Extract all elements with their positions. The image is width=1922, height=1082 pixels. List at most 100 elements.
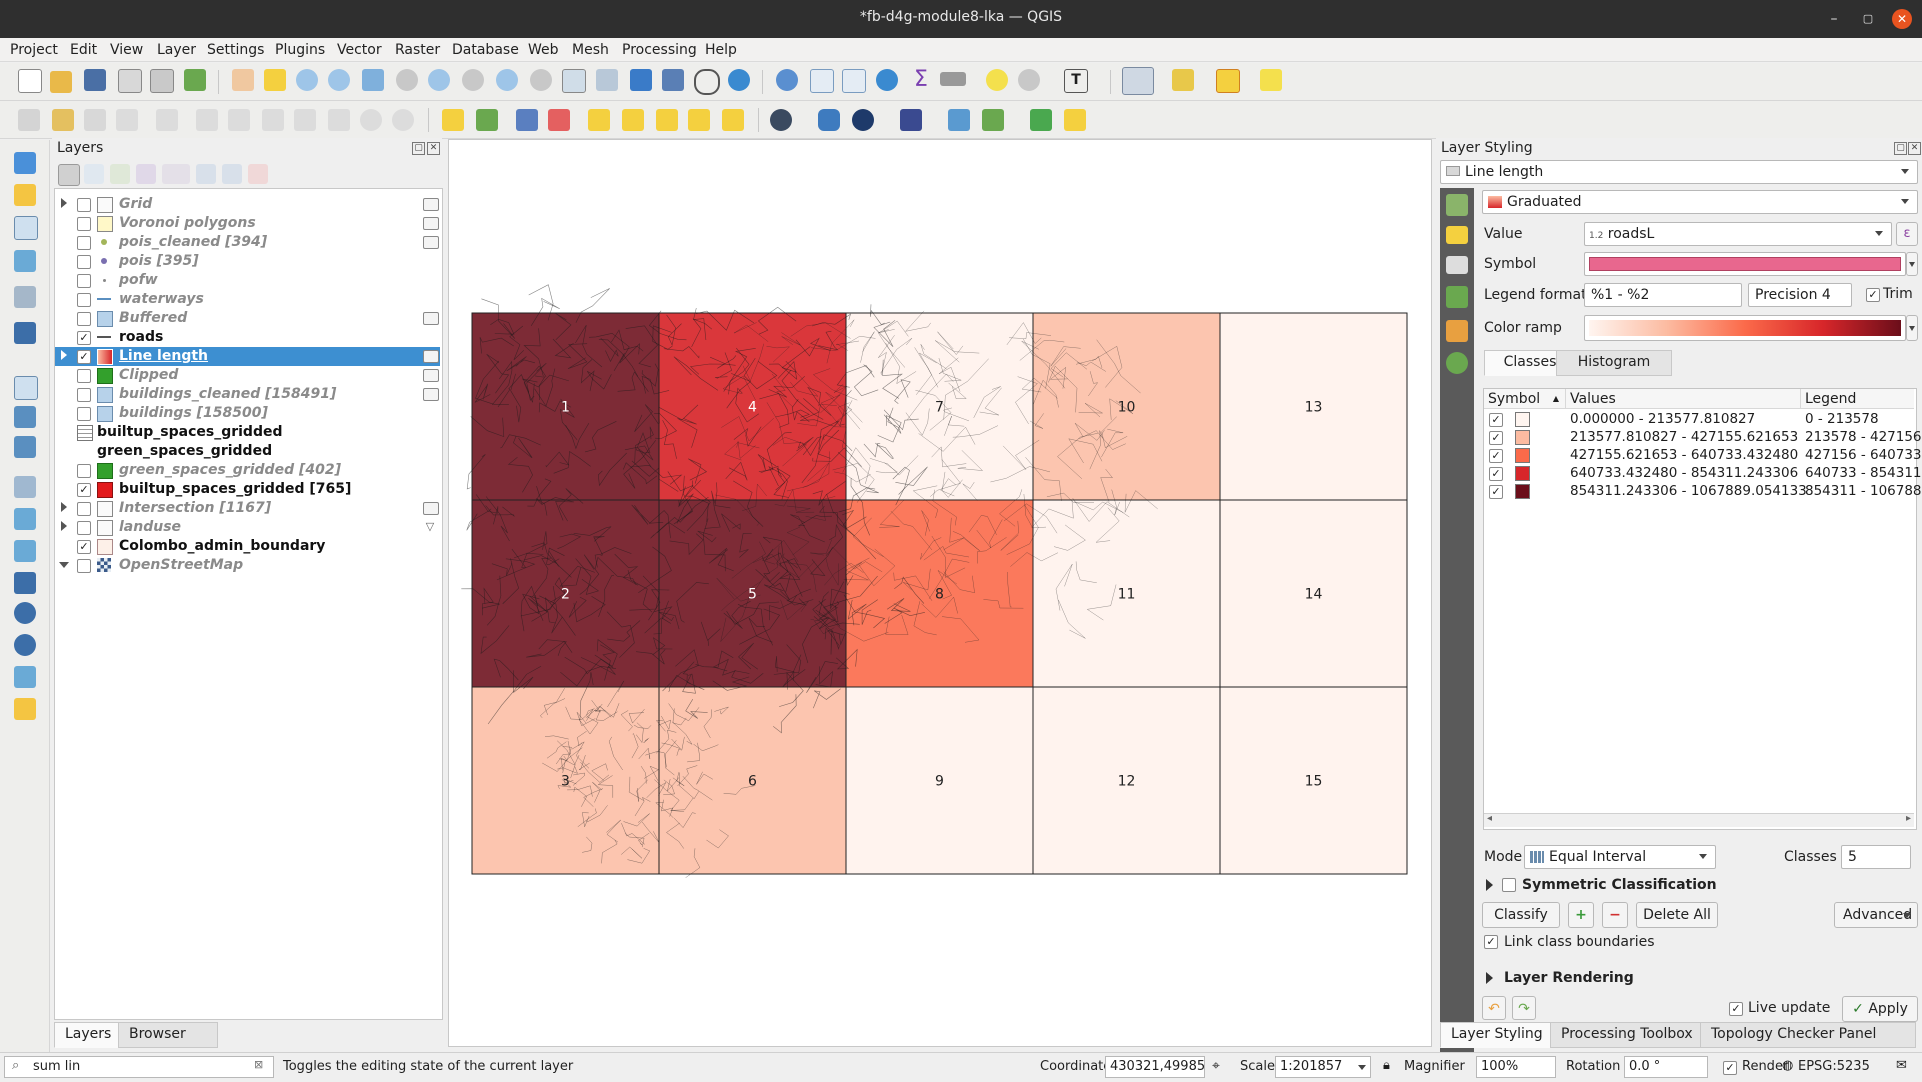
tab-browser[interactable]: Browser: [118, 1022, 218, 1048]
add-virtual-layer-icon[interactable]: [14, 322, 36, 344]
menu-plugins[interactable]: Plugins: [275, 42, 325, 58]
expression-button[interactable]: ε: [1896, 222, 1918, 246]
vertex-tool-icon[interactable]: [156, 109, 178, 131]
annotation-icon[interactable]: [1018, 69, 1040, 91]
layer-checkbox[interactable]: ✓: [77, 331, 91, 345]
identify-features-icon[interactable]: [776, 69, 798, 91]
modify-attributes-icon[interactable]: [196, 109, 218, 131]
editing-indicator-icon[interactable]: [423, 502, 439, 515]
new-3d-view-icon[interactable]: [596, 69, 618, 91]
scale-combobox[interactable]: 1:201857: [1275, 1056, 1371, 1078]
zoom-search-icon[interactable]: [1030, 109, 1052, 131]
measure-line-icon[interactable]: [940, 72, 966, 86]
class-legend[interactable]: 640733 - 854311: [1805, 465, 1922, 481]
menu-help[interactable]: Help: [705, 42, 737, 58]
layer-row-line-length[interactable]: ✓ Line length: [55, 347, 440, 366]
layer-checkbox[interactable]: [77, 464, 91, 478]
temporal-controller-icon[interactable]: [694, 69, 720, 95]
tab-topology-checker[interactable]: Topology Checker Panel: [1700, 1022, 1916, 1048]
layer-row-green-gridded-table[interactable]: green_spaces_gridded: [55, 442, 440, 461]
scroll-right-icon[interactable]: ▸: [1906, 813, 1911, 824]
style-manager-icon[interactable]: [184, 69, 206, 91]
float-panel-icon[interactable]: ▢: [412, 142, 425, 155]
crs-label[interactable]: EPSG:5235: [1798, 1059, 1870, 1074]
zoom-last-icon[interactable]: [496, 69, 518, 91]
qms-icon[interactable]: [770, 109, 792, 131]
menu-view[interactable]: View: [110, 42, 143, 58]
class-row[interactable]: ✓ 0.000000 - 213577.810827 0 - 213578: [1484, 410, 1914, 428]
pan-map-icon[interactable]: [232, 69, 254, 91]
horizontal-scrollbar[interactable]: ◂ ▸: [1484, 813, 1914, 827]
class-values[interactable]: 0.000000 - 213577.810827: [1570, 411, 1755, 427]
menu-processing[interactable]: Processing: [622, 42, 697, 58]
georeferencer-icon[interactable]: [948, 109, 970, 131]
crs-globe-icon[interactable]: ◍: [1782, 1058, 1793, 1073]
raster-calc-icon[interactable]: [982, 109, 1004, 131]
rotate-label-icon[interactable]: [688, 109, 710, 131]
filter-legend-icon[interactable]: [136, 164, 156, 184]
layer-checkbox[interactable]: [77, 502, 91, 516]
coordinate-field[interactable]: 430321,499853: [1105, 1056, 1205, 1078]
save-project-icon[interactable]: [84, 69, 106, 91]
column-header-legend[interactable]: Legend: [1801, 389, 1914, 409]
layer-row-voronoi[interactable]: Voronoi polygons: [55, 214, 440, 233]
layer-row-osm[interactable]: OpenStreetMap: [55, 556, 440, 575]
remove-class-button[interactable]: −: [1602, 902, 1628, 928]
class-checkbox[interactable]: ✓: [1489, 431, 1503, 445]
new-geopackage-layer-icon[interactable]: [14, 184, 36, 206]
manage-visibility-icon[interactable]: [110, 164, 130, 184]
class-swatch[interactable]: [1515, 412, 1530, 427]
layer-row-roads[interactable]: ✓ roads: [55, 328, 440, 347]
layer-row-buildings[interactable]: buildings [158500]: [55, 404, 440, 423]
toggle-label-display-icon[interactable]: [548, 109, 570, 131]
zoom-out-icon[interactable]: [328, 69, 350, 91]
current-edits-icon[interactable]: [18, 109, 40, 131]
python-console-icon[interactable]: [818, 109, 840, 131]
move-label-icon[interactable]: [656, 109, 678, 131]
tab-histogram[interactable]: Histogram: [1556, 350, 1672, 376]
lock-scale-icon[interactable]: 🔒︎: [1383, 1058, 1390, 1073]
layer-row-clipped[interactable]: Clipped: [55, 366, 440, 385]
layer-row-waterways[interactable]: waterways: [55, 290, 440, 309]
advanced-button[interactable]: Advanced: [1834, 902, 1918, 928]
style-manager-icon[interactable]: [58, 164, 80, 186]
value-field[interactable]: 1.2 roadsL: [1584, 222, 1892, 246]
add-arcgis-icon[interactable]: [14, 666, 36, 688]
trim-checkbox[interactable]: ✓: [1866, 288, 1880, 302]
text-annotation-icon[interactable]: T: [1064, 69, 1088, 93]
toggle-extents-icon[interactable]: ⌖: [1212, 1058, 1220, 1074]
zoom-native-icon[interactable]: [462, 69, 484, 91]
highlight-pinned-labels-icon[interactable]: [516, 109, 538, 131]
menu-layer[interactable]: Layer: [157, 42, 196, 58]
filter-by-expression-icon[interactable]: [162, 164, 190, 184]
float-panel-icon[interactable]: ▢: [1894, 142, 1907, 155]
expand-arrow-icon[interactable]: [61, 350, 67, 360]
column-header-values[interactable]: Values: [1566, 389, 1801, 409]
paste-features-icon[interactable]: [328, 109, 350, 131]
layer-select[interactable]: Line length: [1440, 160, 1918, 184]
classes-count-spinbox[interactable]: 5: [1841, 845, 1911, 869]
mode-select[interactable]: Equal Interval: [1524, 845, 1716, 869]
class-values[interactable]: 213577.810827 - 427155.621653: [1570, 429, 1798, 445]
layer-checkbox[interactable]: [77, 198, 91, 212]
refresh-icon[interactable]: [728, 69, 750, 91]
add-vector-tile-icon[interactable]: [14, 376, 38, 400]
show-hide-labels-icon[interactable]: [622, 109, 644, 131]
undo-icon[interactable]: ↶: [1482, 996, 1506, 1020]
globe-icon[interactable]: [852, 109, 874, 131]
add-feature-icon[interactable]: [116, 109, 138, 131]
layer-checkbox[interactable]: [77, 217, 91, 231]
layer-checkbox[interactable]: ✓: [77, 350, 91, 364]
processing-toolbox-icon[interactable]: [876, 69, 898, 91]
select-features-icon[interactable]: [1122, 67, 1154, 95]
apply-button[interactable]: ✓ Apply: [1842, 996, 1918, 1022]
layer-row-pois-cleaned[interactable]: pois_cleaned [394]: [55, 233, 440, 252]
add-raster-layer-icon[interactable]: [14, 406, 36, 428]
add-delimited-text-icon[interactable]: [14, 250, 36, 272]
zoom-to-selection-icon[interactable]: [396, 69, 418, 91]
class-swatch[interactable]: [1515, 448, 1530, 463]
layer-checkbox[interactable]: [77, 369, 91, 383]
history-icon[interactable]: [1446, 352, 1468, 374]
class-checkbox[interactable]: ✓: [1489, 449, 1503, 463]
select-by-expression-icon[interactable]: [1172, 69, 1194, 91]
